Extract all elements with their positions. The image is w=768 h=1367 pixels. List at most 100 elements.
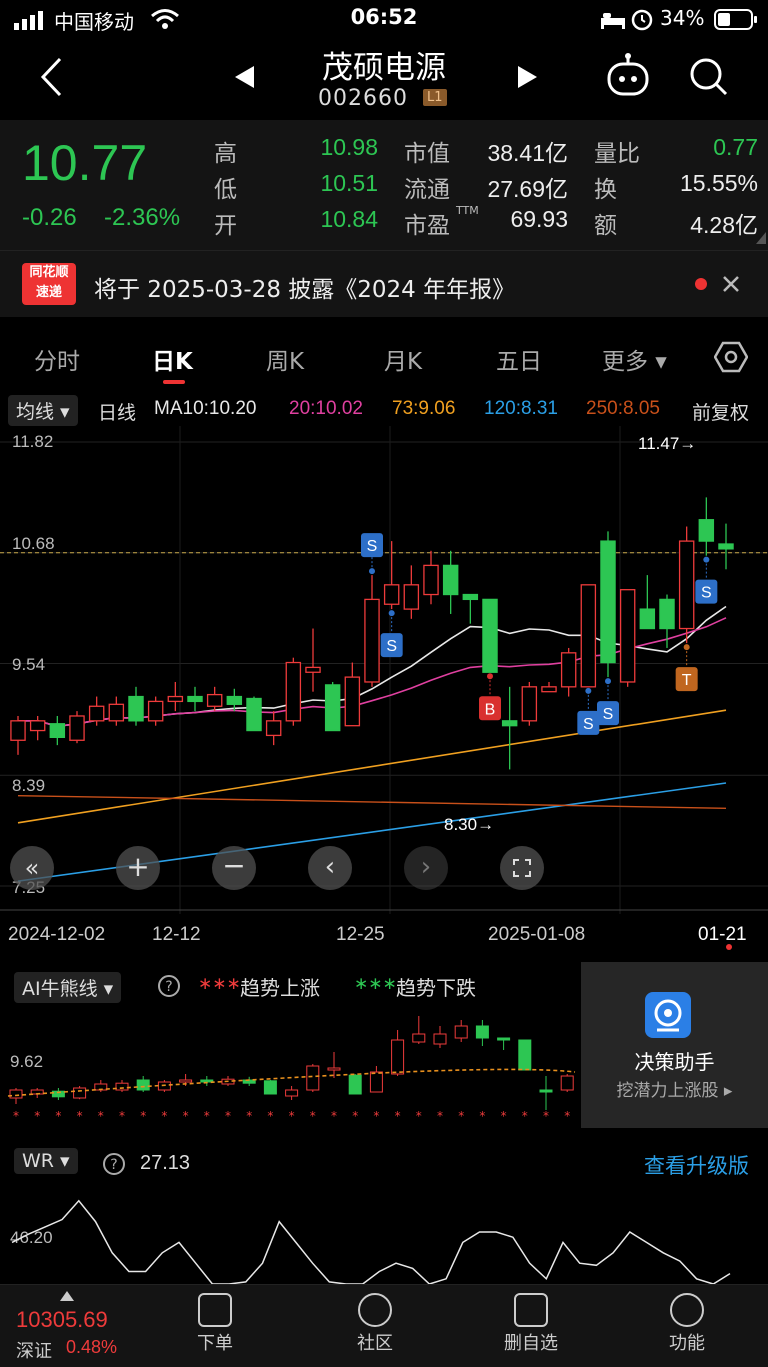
ma20-value: 20:10.02 bbox=[289, 398, 363, 419]
candle-body bbox=[10, 720, 26, 741]
y-tick-label: 11.82 bbox=[12, 432, 54, 451]
decision-assistant-card[interactable]: 决策助手 挖潜力上涨股 ▸ bbox=[581, 962, 768, 1128]
remove-watchlist-icon[interactable] bbox=[514, 1293, 548, 1327]
ma250-value: 250:8.05 bbox=[586, 398, 660, 419]
chart-period-tabs: 分时 日K 周K 月K 五日 更多 ▾ bbox=[0, 330, 768, 386]
float-value: 27.69亿 bbox=[487, 176, 568, 202]
help-icon[interactable]: ? bbox=[102, 1152, 126, 1176]
close-icon[interactable] bbox=[722, 275, 740, 293]
menu-icon[interactable] bbox=[670, 1293, 704, 1327]
mcap-value: 38.41亿 bbox=[487, 140, 568, 166]
minus-icon[interactable]: − bbox=[212, 846, 256, 890]
expand-corner-icon[interactable] bbox=[756, 232, 766, 244]
candle bbox=[619, 589, 636, 687]
ai-candle-body bbox=[179, 1079, 193, 1083]
order-icon[interactable] bbox=[198, 1293, 232, 1327]
ai-trend-dot: * bbox=[13, 1109, 19, 1123]
high-value: 10.98 bbox=[320, 134, 378, 160]
signal-dot bbox=[369, 568, 375, 575]
candle-body bbox=[364, 598, 380, 683]
float-label: 流通 bbox=[404, 177, 450, 203]
fullscreen-icon[interactable] bbox=[500, 846, 544, 890]
function-button[interactable]: 功能 bbox=[642, 1329, 732, 1355]
amount-label: 额 bbox=[594, 213, 617, 239]
ai-candle-body bbox=[497, 1037, 511, 1041]
legend-uptrend: 趋势上涨 bbox=[240, 976, 320, 1000]
wr-selector[interactable]: WR ▾ bbox=[14, 1148, 78, 1174]
ai-candle-body bbox=[369, 1071, 383, 1093]
tab-daily-k[interactable]: 日K bbox=[152, 342, 193, 376]
active-tab-indicator bbox=[163, 380, 185, 384]
robot-assistant-icon[interactable] bbox=[604, 52, 652, 100]
candle-body bbox=[698, 519, 715, 542]
price-change-pct: -2.36% bbox=[104, 204, 181, 231]
ma120-value: 120:8.31 bbox=[484, 398, 558, 419]
level-badge: L1 bbox=[423, 89, 447, 106]
chevron-right-icon[interactable]: › bbox=[404, 846, 448, 890]
candle-body bbox=[423, 564, 439, 596]
tab-monthly-k[interactable]: 月K bbox=[384, 342, 422, 376]
svg-text:?: ? bbox=[110, 1157, 117, 1173]
candle bbox=[482, 598, 498, 673]
signal-label: S bbox=[386, 638, 397, 655]
chart-settings-icon[interactable] bbox=[714, 340, 748, 374]
ma-period: 日线 bbox=[98, 403, 137, 424]
candle bbox=[305, 628, 321, 692]
ai-trend-dot: * bbox=[246, 1109, 252, 1123]
ai-candle bbox=[454, 1020, 468, 1042]
chevron-left-icon[interactable]: ‹ bbox=[308, 846, 352, 890]
high-label: 高 bbox=[214, 141, 237, 167]
candle bbox=[600, 531, 616, 678]
kline-chart[interactable]: SSBSSTS bbox=[0, 426, 768, 916]
plus-icon[interactable]: + bbox=[116, 846, 160, 890]
ai-candle bbox=[242, 1076, 256, 1086]
candle bbox=[49, 715, 66, 746]
ai-trend-dot: * bbox=[310, 1109, 316, 1123]
candle bbox=[10, 715, 26, 755]
min-price-label: 8.30→ bbox=[444, 815, 495, 834]
index-value[interactable]: 10305.69 bbox=[16, 1307, 108, 1333]
community-icon[interactable] bbox=[358, 1293, 392, 1327]
ai-trend-dot: * bbox=[55, 1109, 61, 1123]
notice-text[interactable]: 将于 2025-03-28 披露《2024 年年报》 bbox=[94, 270, 515, 304]
candle-body bbox=[462, 593, 479, 601]
ai-candle-body bbox=[348, 1074, 362, 1095]
candle bbox=[187, 686, 203, 712]
ai-candle bbox=[391, 1030, 405, 1076]
ai-trend-dot: * bbox=[522, 1109, 528, 1123]
svg-text:?: ? bbox=[165, 979, 172, 995]
stock-name: 茂硕电源 bbox=[322, 50, 446, 86]
candle bbox=[324, 681, 341, 732]
candle-body bbox=[442, 564, 459, 596]
tab-weekly-k[interactable]: 周K bbox=[266, 342, 304, 376]
tab-five-day[interactable]: 五日 bbox=[496, 342, 542, 376]
ai-candle bbox=[369, 1066, 383, 1093]
ai-mini-chart: * * * * * * * * * * * * * * * * * * * * * * * * * * * bbox=[7, 1016, 576, 1123]
ai-indicator-selector[interactable]: AI牛熊线 ▾ bbox=[14, 972, 122, 1003]
community-button[interactable]: 社区 bbox=[330, 1329, 420, 1355]
order-button[interactable]: 下单 bbox=[170, 1329, 260, 1355]
x-tick-label: 2025-01-08 bbox=[488, 924, 586, 945]
candle-body bbox=[344, 676, 361, 727]
tab-more[interactable]: 更多 ▾ bbox=[602, 342, 667, 376]
candle-body bbox=[482, 598, 498, 673]
current-price: 10.77 bbox=[22, 135, 148, 191]
ai-trend-dot: * bbox=[416, 1109, 422, 1123]
tab-intraday[interactable]: 分时 bbox=[34, 342, 80, 376]
upgrade-link[interactable]: 查看升级版 bbox=[644, 1150, 749, 1180]
adjust-mode[interactable]: 前复权 bbox=[692, 398, 749, 425]
ai-candle bbox=[475, 1020, 489, 1046]
candle-body bbox=[501, 720, 518, 727]
ai-trend-dot: * bbox=[161, 1109, 167, 1123]
x-tick-label: 2024-12-02 bbox=[8, 924, 106, 945]
candle bbox=[128, 686, 144, 726]
notice-banner[interactable]: 同花顺 速递 将于 2025-03-28 披露《2024 年年报》 bbox=[0, 250, 768, 317]
help-icon[interactable]: ? bbox=[157, 974, 181, 998]
max-price-label: 11.47→ bbox=[638, 434, 697, 453]
candle-body bbox=[147, 700, 164, 722]
remove-watchlist-button[interactable]: 删自选 bbox=[486, 1329, 576, 1355]
next-stock-icon[interactable] bbox=[514, 64, 540, 90]
search-icon[interactable] bbox=[688, 56, 730, 98]
double-chevron-left-icon[interactable]: « bbox=[10, 846, 54, 890]
ma-selector[interactable]: 均线 ▾ bbox=[8, 395, 78, 426]
